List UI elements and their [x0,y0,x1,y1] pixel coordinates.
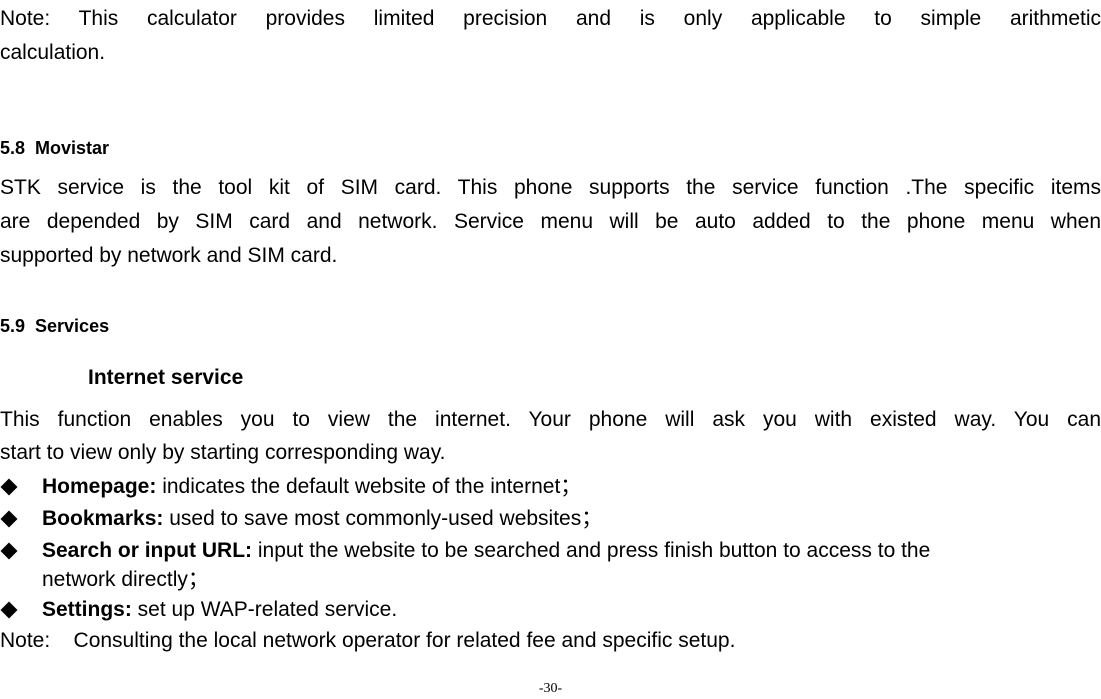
operator-fee-note: Note: Consulting the local network opera… [0,629,736,652]
bullet-item-settings: Settings: set up WAP-related service. [0,594,1101,625]
bullet-description: set up WAP-related service. [131,598,398,621]
bullet-text: Settings: set up WAP-related service. [42,594,1101,625]
bullet-item-homepage: Homepage: indicates the default website … [0,471,1101,502]
bullet-description: indicates the default website of the int… [156,475,582,498]
bullet-description: input the website to be searched and pre… [252,539,931,562]
diamond-bullet-icon [0,503,42,534]
bullet-description: used to save most commonly-used websites… [163,507,603,530]
bullet-term: Homepage: [42,475,157,498]
diamond-bullet-icon [0,471,42,502]
bullet-term: Settings: [42,598,132,621]
internet-service-paragraph: This function enables you to view the in… [0,403,1101,469]
internet-service-paragraph-line-2: start to view only by starting correspon… [0,441,446,464]
section-heading-services: 5.9 Services [0,316,110,336]
bullet-item-search-url: Search or input URL: input the website t… [0,535,1101,594]
document-page: Note: This calculator provides limited p… [0,0,1101,699]
bullet-term: Search or input URL: [42,539,253,562]
diamond-bullet-icon [0,594,42,625]
movistar-paragraph-line-1: STK service is the tool kit of SIM card.… [0,176,1101,199]
bullet-item-bookmarks: Bookmarks: used to save most commonly-us… [0,503,1101,534]
calculator-note-line-2: calculation. [0,41,106,64]
bullet-text: Bookmarks: used to save most commonly-us… [42,503,1101,534]
subheading-internet-service: Internet service [88,366,244,389]
movistar-paragraph-line-3: supported by network and SIM card. [0,244,338,267]
internet-service-paragraph-line-1: This function enables you to view the in… [0,408,1101,431]
calculator-note-line-1: Note: This calculator provides limited p… [0,7,1101,30]
section-heading-movistar: 5.8 Movistar [0,138,110,158]
calculator-note: Note: This calculator provides limited p… [0,2,1101,70]
bullet-text: Search or input URL: input the website t… [42,535,1101,594]
diamond-bullet-icon [0,535,42,594]
bullet-term: Bookmarks: [42,507,164,530]
bullet-text: Homepage: indicates the default website … [42,471,1101,502]
page-number: -30- [538,681,563,696]
movistar-paragraph: STK service is the tool kit of SIM card.… [0,171,1101,273]
movistar-paragraph-line-2: are depended by SIM card and network. Se… [0,210,1101,233]
bullet-continuation: network directly； [42,568,209,591]
